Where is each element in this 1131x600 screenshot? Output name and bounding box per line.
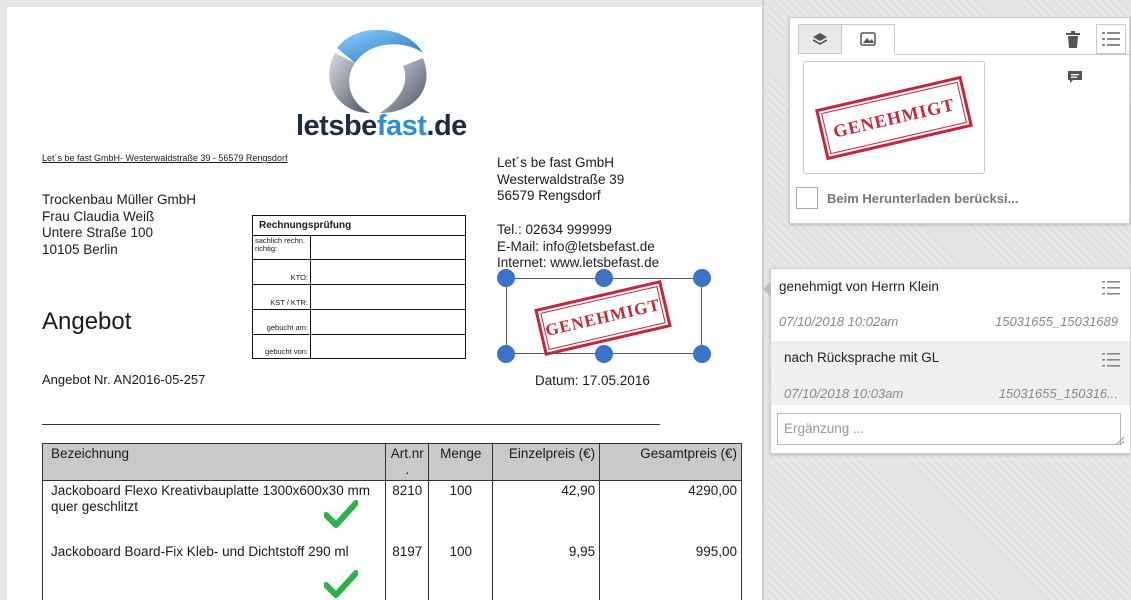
list-icon [1102, 32, 1120, 46]
cell-artnr: 8197 [385, 541, 430, 600]
rp-value [311, 310, 465, 334]
resize-grip-icon[interactable] [1116, 437, 1124, 445]
comment-icon [1068, 70, 1082, 83]
comments-panel: genehmigt von Herrn Klein 07/10/2018 10:… [763, 268, 1131, 454]
cell-total: 995,00 [599, 541, 742, 600]
resize-handle-tr[interactable] [693, 269, 711, 287]
image-icon [860, 32, 876, 46]
table-row: Jackoboard Flexo Kreativbauplatte 1300x6… [41, 480, 742, 542]
panel-pointer [763, 281, 771, 297]
company-address: Let´s be fast GmbH Westerwaldstraße 39 5… [497, 155, 624, 205]
resize-handle-bl[interactable] [497, 345, 515, 363]
resize-handle-b[interactable] [595, 345, 613, 363]
tab-image[interactable] [841, 24, 895, 54]
stamp-selection-box[interactable] [506, 278, 702, 354]
comment-input[interactable]: Ergänzung ... [777, 413, 1121, 445]
comment-button[interactable] [1062, 64, 1088, 90]
company-line: Westerwaldstraße 39 [497, 171, 625, 187]
page-top-border [0, 0, 762, 7]
recipient-address: Trockenbau Müller GmbH Frau Claudia Weiß… [42, 192, 196, 258]
contact-line: Internet: www.letsbefast.de [497, 255, 660, 270]
tab-divider [895, 54, 1129, 55]
rp-label: sachlich rechn. richtig: [253, 236, 311, 259]
comment-menu-icon[interactable] [1102, 279, 1120, 297]
cell-qty: 100 [428, 480, 494, 542]
company-contact: Tel.: 02634 999999 E-Mail: info@letsbefa… [497, 222, 659, 272]
offer-date: Datum: 17.05.2016 [535, 373, 650, 388]
cell-qty: 100 [428, 541, 494, 600]
rechnungspruefung-title: Rechnungsprüfung [253, 216, 465, 236]
stamp-preview[interactable]: GENEHMIGT [803, 61, 985, 174]
document-page: letsbefast.de Let´s be fast GmbH- Wester… [0, 0, 762, 600]
rp-row: KST / KTR: [253, 285, 465, 310]
tab-layers[interactable] [798, 24, 841, 54]
company-line: Let´s be fast GmbH [497, 155, 615, 170]
col-header: Gesamtpreis (€) [599, 443, 742, 481]
rp-label: gebucht am: [253, 310, 311, 334]
download-checkbox[interactable] [796, 187, 818, 209]
rp-value [311, 260, 465, 284]
rp-row: sachlich rechn. richtig: [253, 236, 465, 260]
comment-item: genehmigt von Herrn Klein 07/10/2018 10:… [771, 269, 1130, 337]
items-table: Bezeichnung Art.nr . Menge Einzelpreis (… [41, 443, 742, 600]
offer-number: Angebot Nr. AN2016-05-257 [42, 372, 206, 387]
resize-handle-br[interactable] [693, 345, 711, 363]
col-header: Bezeichnung [41, 443, 387, 481]
rp-label: KTO: [253, 260, 311, 284]
document-title: Angebot [42, 308, 132, 335]
list-view-button[interactable] [1096, 24, 1126, 54]
page-left-border [0, 0, 7, 600]
comment-text: nach Rücksprache mit GL [784, 350, 940, 365]
rechnungspruefung-box: Rechnungsprüfung sachlich rechn. richtig… [252, 215, 466, 359]
comment-user: 15031655_150316... [998, 386, 1118, 401]
rp-label: gebucht von: [253, 335, 311, 358]
col-header: Art.nr . [385, 443, 430, 481]
recipient-line: Untere Straße 100 [42, 225, 154, 240]
sender-line: Let´s be fast GmbH- Westerwaldstraße 39 … [42, 153, 288, 163]
comment-date: 07/10/2018 10:02am [779, 314, 899, 329]
trash-icon [1066, 30, 1080, 48]
rp-row: KTO: [253, 260, 465, 285]
recipient-line: Frau Claudia Weiß [42, 208, 155, 224]
cell-unit-price: 42,90 [492, 480, 601, 542]
download-option[interactable]: Beim Herunterladen berücksi... [796, 187, 1018, 209]
rp-value [311, 285, 465, 309]
table-header-row: Bezeichnung Art.nr . Menge Einzelpreis (… [41, 443, 742, 481]
rp-row: gebucht am: [253, 310, 465, 335]
resize-handle-t[interactable] [595, 269, 613, 287]
layers-icon [812, 33, 828, 45]
comment-item: nach Rücksprache mit GL 07/10/2018 10:03… [771, 341, 1130, 405]
divider [42, 424, 660, 425]
company-line: 56579 Rengsdorf [497, 188, 601, 203]
col-header: Menge [428, 443, 494, 481]
rp-value [311, 335, 465, 358]
logo-text: letsbefast.de [296, 110, 467, 142]
rp-row: gebucht von: [253, 335, 465, 358]
comment-meta: 07/10/2018 10:02am 15031655_15031689 [779, 314, 1118, 329]
table-row: Jackoboard Board-Fix Kleb- und Dichtstof… [41, 541, 742, 600]
comment-menu-icon[interactable] [1102, 351, 1120, 369]
comment-text: genehmigt von Herrn Klein [779, 279, 939, 294]
rp-label: KST / KTR: [253, 285, 311, 309]
download-checkbox-label: Beim Herunterladen berücksi... [827, 190, 1019, 206]
contact-line: E-Mail: info@letsbefast.de [497, 238, 655, 254]
recipient-line: 10105 Berlin [42, 241, 118, 257]
stamp-panel: GENEHMIGT Beim Herunterladen berücksi... [789, 17, 1130, 224]
comment-date: 07/10/2018 10:03am [784, 386, 904, 401]
cell-unit-price: 9,95 [492, 541, 601, 600]
rp-value [311, 236, 465, 259]
comment-meta: 07/10/2018 10:03am 15031655_150316... [784, 386, 1118, 401]
col-header: Einzelpreis (€) [492, 443, 601, 481]
delete-button[interactable] [1060, 26, 1086, 52]
recipient-line: Trockenbau Müller GmbH [42, 192, 197, 207]
resize-handle-tl[interactable] [497, 269, 515, 287]
checkmark-icon[interactable] [324, 500, 358, 528]
comment-user: 15031655_15031689 [995, 314, 1118, 329]
stamp-preview-image: GENEHMIGT [815, 75, 973, 160]
checkmark-icon[interactable] [324, 570, 358, 598]
cell-total: 4290,00 [599, 480, 742, 542]
cell-artnr: 8210 [385, 480, 430, 542]
contact-line: Tel.: 02634 999999 [497, 222, 612, 237]
